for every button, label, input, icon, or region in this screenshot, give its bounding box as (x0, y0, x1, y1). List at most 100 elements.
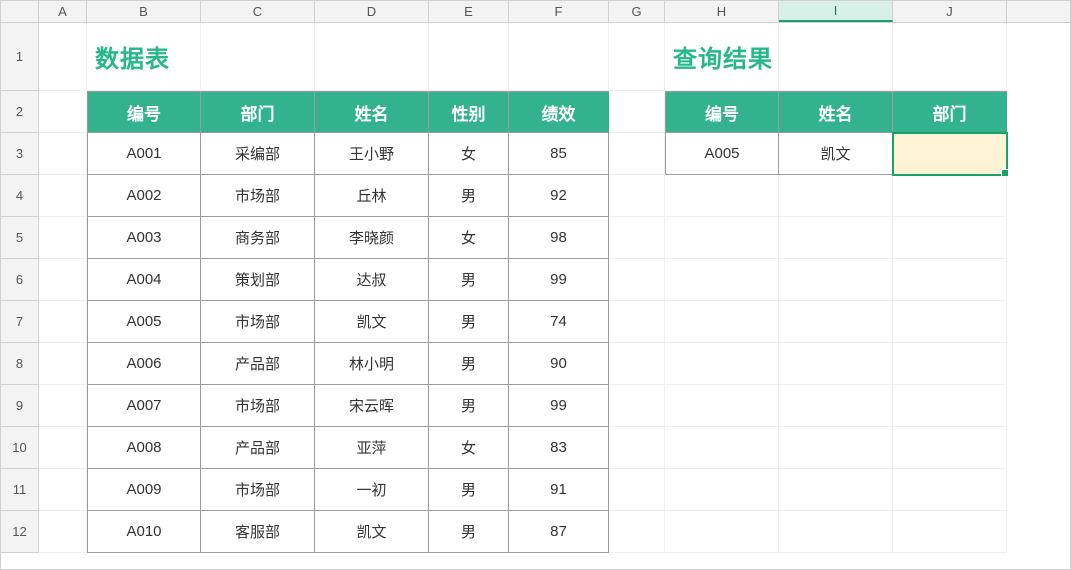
left-td-r4-c3[interactable]: 男 (429, 301, 509, 343)
cell-J10[interactable] (893, 427, 1007, 469)
col-header-J[interactable]: J (893, 1, 1007, 22)
cell-H6[interactable] (665, 259, 779, 301)
left-td-r8-c0[interactable]: A009 (87, 469, 201, 511)
left-td-r5-c0[interactable]: A006 (87, 343, 201, 385)
cell-A6[interactable] (39, 259, 87, 301)
cell-A12[interactable] (39, 511, 87, 553)
cell-I10[interactable] (779, 427, 893, 469)
left-td-r1-c1[interactable]: 市场部 (201, 175, 315, 217)
right-th-0[interactable]: 编号 (665, 91, 779, 133)
left-td-r0-c0[interactable]: A001 (87, 133, 201, 175)
left-td-r9-c1[interactable]: 客服部 (201, 511, 315, 553)
cell-J6[interactable] (893, 259, 1007, 301)
cell-A4[interactable] (39, 175, 87, 217)
cell-I1[interactable] (779, 23, 893, 91)
cell-I7[interactable] (779, 301, 893, 343)
left-td-r6-c3[interactable]: 男 (429, 385, 509, 427)
title-data-table[interactable]: 数据表 (87, 23, 201, 91)
col-header-E[interactable]: E (429, 1, 509, 22)
cell-G12[interactable] (609, 511, 665, 553)
left-td-r8-c4[interactable]: 91 (509, 469, 609, 511)
col-header-B[interactable]: B (87, 1, 201, 22)
cell-I5[interactable] (779, 217, 893, 259)
left-td-r9-c3[interactable]: 男 (429, 511, 509, 553)
left-th-3[interactable]: 性别 (429, 91, 509, 133)
left-td-r2-c3[interactable]: 女 (429, 217, 509, 259)
cell-I4[interactable] (779, 175, 893, 217)
left-td-r2-c2[interactable]: 李晓颜 (315, 217, 429, 259)
left-td-r1-c4[interactable]: 92 (509, 175, 609, 217)
row-header-9[interactable]: 9 (1, 385, 38, 427)
left-td-r0-c2[interactable]: 王小野 (315, 133, 429, 175)
left-td-r8-c3[interactable]: 男 (429, 469, 509, 511)
col-header-A[interactable]: A (39, 1, 87, 22)
cell-G3[interactable] (609, 133, 665, 175)
cell-I6[interactable] (779, 259, 893, 301)
cell-G2[interactable] (609, 91, 665, 133)
left-td-r7-c4[interactable]: 83 (509, 427, 609, 469)
cell-C1[interactable] (201, 23, 315, 91)
left-th-4[interactable]: 绩效 (509, 91, 609, 133)
col-header-G[interactable]: G (609, 1, 665, 22)
cell-G4[interactable] (609, 175, 665, 217)
cell-G11[interactable] (609, 469, 665, 511)
row-header-5[interactable]: 5 (1, 217, 38, 259)
left-td-r4-c2[interactable]: 凯文 (315, 301, 429, 343)
cell-G5[interactable] (609, 217, 665, 259)
left-td-r3-c3[interactable]: 男 (429, 259, 509, 301)
left-th-0[interactable]: 编号 (87, 91, 201, 133)
left-td-r4-c4[interactable]: 74 (509, 301, 609, 343)
left-td-r9-c4[interactable]: 87 (509, 511, 609, 553)
title-query-result[interactable]: 查询结果 (665, 23, 779, 91)
cell-G9[interactable] (609, 385, 665, 427)
right-td-r0-c2[interactable] (893, 133, 1007, 175)
row-header-4[interactable]: 4 (1, 175, 38, 217)
right-th-2[interactable]: 部门 (893, 91, 1007, 133)
cell-H4[interactable] (665, 175, 779, 217)
cell-J4[interactable] (893, 175, 1007, 217)
left-td-r0-c4[interactable]: 85 (509, 133, 609, 175)
left-td-r7-c1[interactable]: 产品部 (201, 427, 315, 469)
cell-A3[interactable] (39, 133, 87, 175)
left-td-r1-c0[interactable]: A002 (87, 175, 201, 217)
cell-I12[interactable] (779, 511, 893, 553)
cell-A5[interactable] (39, 217, 87, 259)
right-td-r0-c0[interactable]: A005 (665, 133, 779, 175)
cell-I11[interactable] (779, 469, 893, 511)
row-header-1[interactable]: 1 (1, 23, 38, 91)
left-td-r2-c4[interactable]: 98 (509, 217, 609, 259)
left-td-r3-c0[interactable]: A004 (87, 259, 201, 301)
left-td-r5-c4[interactable]: 90 (509, 343, 609, 385)
row-header-12[interactable]: 12 (1, 511, 38, 553)
row-header-8[interactable]: 8 (1, 343, 38, 385)
cell-A10[interactable] (39, 427, 87, 469)
row-header-2[interactable]: 2 (1, 91, 38, 133)
cell-J8[interactable] (893, 343, 1007, 385)
cell-G1[interactable] (609, 23, 665, 91)
cell-D1[interactable] (315, 23, 429, 91)
left-td-r5-c2[interactable]: 林小明 (315, 343, 429, 385)
row-header-7[interactable]: 7 (1, 301, 38, 343)
left-td-r9-c2[interactable]: 凯文 (315, 511, 429, 553)
left-td-r3-c1[interactable]: 策划部 (201, 259, 315, 301)
cell-A2[interactable] (39, 91, 87, 133)
cell-H9[interactable] (665, 385, 779, 427)
cell-H11[interactable] (665, 469, 779, 511)
cell-G8[interactable] (609, 343, 665, 385)
cell-J5[interactable] (893, 217, 1007, 259)
left-td-r6-c2[interactable]: 宋云晖 (315, 385, 429, 427)
left-th-1[interactable]: 部门 (201, 91, 315, 133)
cell-H8[interactable] (665, 343, 779, 385)
select-all-corner[interactable] (1, 1, 39, 22)
cell-A9[interactable] (39, 385, 87, 427)
cell-H7[interactable] (665, 301, 779, 343)
row-header-10[interactable]: 10 (1, 427, 38, 469)
cell-G10[interactable] (609, 427, 665, 469)
row-header-6[interactable]: 6 (1, 259, 38, 301)
left-td-r3-c4[interactable]: 99 (509, 259, 609, 301)
cell-H12[interactable] (665, 511, 779, 553)
cell-A1[interactable] (39, 23, 87, 91)
left-td-r8-c2[interactable]: 一初 (315, 469, 429, 511)
col-header-F[interactable]: F (509, 1, 609, 22)
col-header-H[interactable]: H (665, 1, 779, 22)
